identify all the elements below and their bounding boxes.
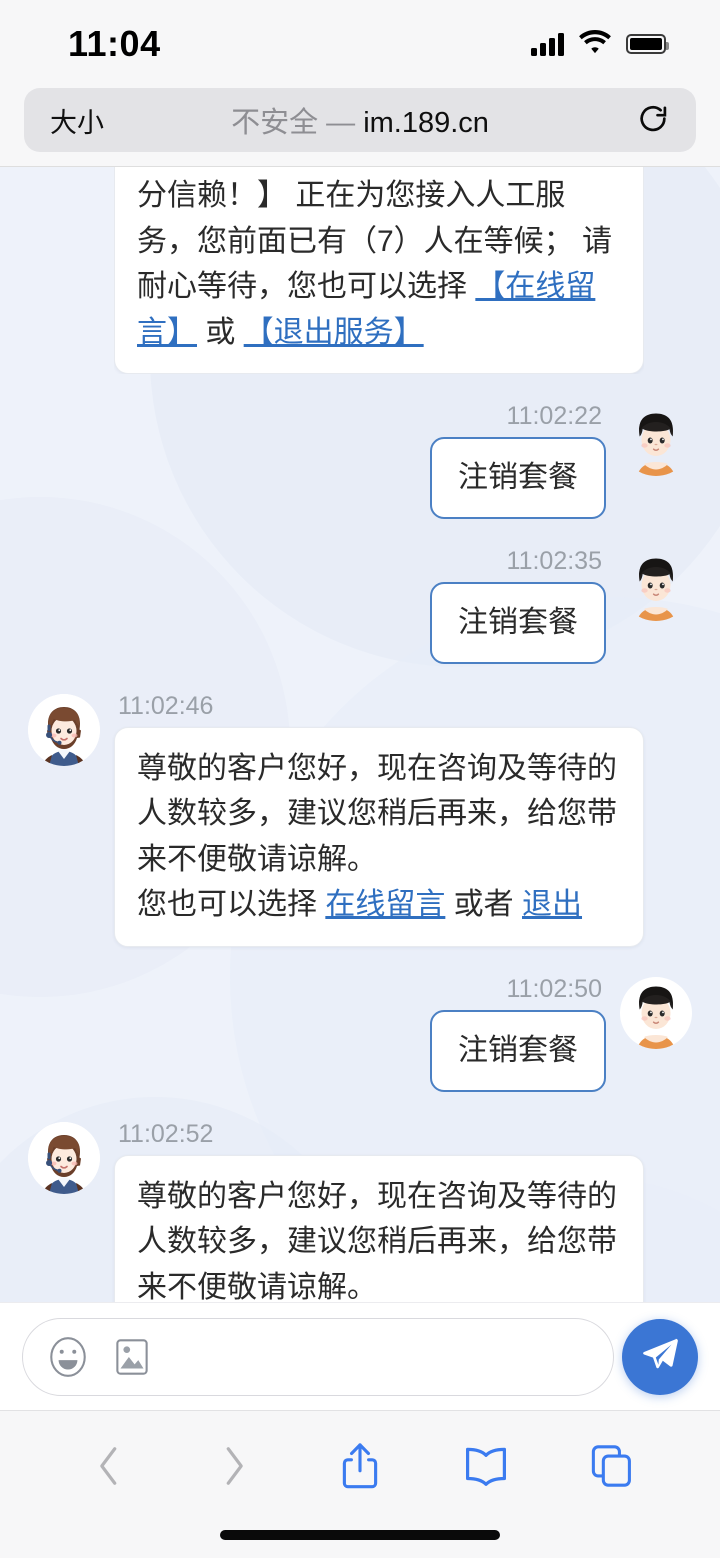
message-timestamp: 11:02:22 [506, 402, 602, 431]
share-button[interactable] [329, 1437, 391, 1499]
message-column: 11:02:46 尊敬的客户您好，现在咨询及等待的人数较多，建议您稍后再来，给您带… [114, 691, 644, 947]
insecure-label: 不安全 [231, 107, 319, 139]
back-button[interactable] [78, 1437, 140, 1499]
url-host: im.189.cn [363, 107, 489, 139]
address-bar-container: 大小 不安全 — im.189.cn [0, 88, 720, 166]
message-text: 或 [197, 315, 244, 349]
user-avatar[interactable] [620, 976, 692, 1049]
forward-button[interactable] [203, 1437, 265, 1499]
message-column: 11:02:22 注销套餐 [430, 404, 606, 519]
chevron-left-icon [91, 1443, 127, 1494]
message-link[interactable]: 在线留言 [325, 888, 445, 921]
message-link[interactable]: 退出 [522, 888, 582, 921]
message-row: 11:02:46 尊敬的客户您好，现在咨询及等待的人数较多，建议您稍后再来，给您带… [0, 691, 720, 947]
send-paper-plane-icon [639, 1334, 681, 1379]
image-picture-icon[interactable] [109, 1334, 155, 1380]
tabs-copy-icon [589, 1443, 633, 1494]
cellular-signal-icon [531, 32, 564, 56]
user-message-bubble: 注销套餐 [430, 437, 606, 519]
emoji-smiley-icon[interactable] [45, 1334, 91, 1380]
agent-avatar[interactable] [28, 1121, 100, 1194]
send-button[interactable] [622, 1318, 698, 1395]
message-text: 注销套餐 [458, 1033, 578, 1067]
book-icon [462, 1444, 510, 1493]
message-timestamp: 11:02:50 [506, 974, 602, 1003]
address-bar[interactable]: 大小 不安全 — im.189.cn [24, 88, 696, 152]
reload-icon[interactable] [636, 103, 670, 137]
battery-full-icon [626, 34, 669, 54]
agent-message-bubble: 尊敬的客户您好，现在咨询及等待的人数较多，建议您稍后再来，给您带来不便敬请谅解。… [114, 1154, 644, 1302]
wifi-icon [578, 29, 612, 60]
share-up-arrow-icon [338, 1441, 382, 1496]
chevron-right-icon [216, 1443, 252, 1494]
message-column: 11:02:52 尊敬的客户您好，现在咨询及等待的人数较多，建议您稍后再来，给您带… [114, 1119, 644, 1302]
message-text: 或者 [445, 888, 523, 922]
bookmarks-button[interactable] [455, 1437, 517, 1499]
agent-message-bubble: 分信赖！】 正在为您接入人工服务，您前面已有（7）人在等候； 请耐心等待，您也可… [114, 167, 644, 375]
user-avatar-image [637, 558, 675, 621]
agent-avatar[interactable] [28, 693, 100, 766]
message-row: 11:02:50 注销套餐 [0, 974, 720, 1092]
message-column: 11:02:35 注销套餐 [430, 546, 606, 664]
user-message-bubble: 注销套餐 [430, 1009, 606, 1092]
message-timestamp: 11:02:46 [118, 691, 214, 720]
message-row: 11:02:52 尊敬的客户您好，现在咨询及等待的人数较多，建议您稍后再来，给您带… [0, 1119, 720, 1302]
agent-avatar-image [28, 693, 100, 766]
user-avatar[interactable] [620, 549, 692, 621]
message-column: 分信赖！】 正在为您接入人工服务，您前面已有（7）人在等候； 请耐心等待，您也可… [114, 167, 644, 375]
phone-screen: 11:04 大小 不安全 — im.189.cn 分信赖！】 正在为您接入人工服… [0, 0, 720, 1558]
home-indicator [220, 1530, 500, 1540]
message-input[interactable] [155, 1321, 599, 1392]
composer-input-container[interactable] [22, 1317, 614, 1396]
message-text: 注销套餐 [458, 605, 578, 639]
address-bar-url: 不安全 — im.189.cn [24, 99, 696, 141]
message-list: 分信赖！】 正在为您接入人工服务，您前面已有（7）人在等候； 请耐心等待，您也可… [0, 167, 720, 1302]
message-timestamp: 11:02:52 [118, 1119, 214, 1148]
user-avatar-image [637, 413, 675, 477]
chat-scroll-area[interactable]: 分信赖！】 正在为您接入人工服务，您前面已有（7）人在等候； 请耐心等待，您也可… [0, 167, 720, 1302]
message-column: 11:02:50 注销套餐 [430, 974, 606, 1092]
status-bar-time: 11:04 [68, 23, 161, 64]
message-link[interactable]: 【退出服务】 [244, 316, 424, 349]
url-separator: — [326, 107, 356, 139]
browser-toolbar [0, 1410, 720, 1558]
user-message-bubble: 注销套餐 [430, 581, 606, 664]
status-bar: 11:04 [0, 0, 720, 88]
message-row: 11:02:22 注销套餐 [0, 404, 720, 519]
status-bar-icons [531, 29, 669, 60]
text-size-button[interactable]: 大小 [50, 101, 104, 140]
message-timestamp: 11:02:35 [506, 546, 602, 575]
tabs-button[interactable] [580, 1437, 642, 1499]
avatar-spacer [28, 167, 100, 374]
user-avatar[interactable] [620, 404, 692, 477]
user-avatar-image [637, 986, 675, 1049]
agent-message-bubble: 尊敬的客户您好，现在咨询及等待的人数较多，建议您稍后再来，给您带来不便敬请谅解。… [114, 726, 644, 947]
message-row: 11:02:35 注销套餐 [0, 546, 720, 664]
agent-avatar-image [28, 1121, 100, 1194]
message-composer [0, 1302, 720, 1410]
message-row: 分信赖！】 正在为您接入人工服务，您前面已有（7）人在等候； 请耐心等待，您也可… [0, 167, 720, 375]
message-text: 注销套餐 [458, 461, 578, 495]
clipped-bubble-viewport: 分信赖！】 正在为您接入人工服务，您前面已有（7）人在等候； 请耐心等待，您也可… [114, 167, 644, 375]
message-text: 尊敬的客户您好，现在咨询及等待的人数较多，建议您稍后再来，给您带来不便敬请谅解。… [137, 1179, 617, 1302]
